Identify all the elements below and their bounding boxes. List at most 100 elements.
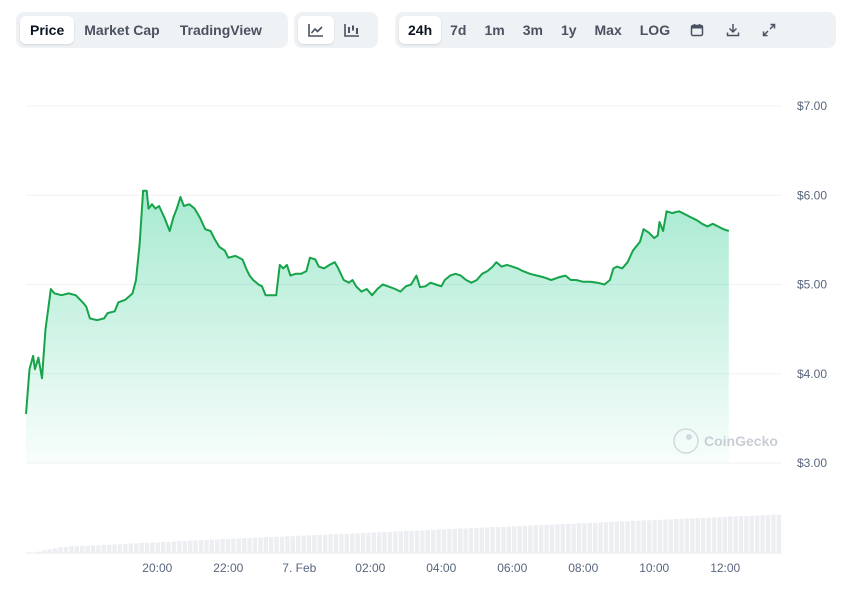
volume-bar <box>63 546 69 553</box>
volume-bar <box>225 539 231 553</box>
volume-bar <box>690 518 695 553</box>
volume-bar <box>80 545 85 553</box>
y-axis: $3.00 $4.00 $5.00 $6.00 $7.00 <box>797 99 827 470</box>
volume-bar <box>139 542 144 553</box>
volume-bar <box>366 532 371 553</box>
volume-bar <box>668 519 673 553</box>
volume-bar <box>247 538 252 553</box>
x-tick-label: 08:00 <box>568 561 598 575</box>
x-tick-label: 20:00 <box>142 561 172 575</box>
volume-bar <box>371 532 376 553</box>
volume-bar <box>463 528 468 553</box>
volume-bar <box>636 520 641 553</box>
volume-bar <box>242 538 247 553</box>
volume-bar <box>215 539 220 553</box>
volume-bar <box>765 515 771 553</box>
volume-bar <box>593 522 598 553</box>
volume-bar <box>749 515 754 553</box>
volume-bar <box>204 540 209 553</box>
volume-bar <box>134 543 139 553</box>
volume-bar <box>652 519 657 553</box>
volume-bar <box>539 525 544 553</box>
volume-bar <box>566 523 571 553</box>
volume-bar <box>285 536 290 553</box>
volume-bar <box>58 547 63 553</box>
volume-bar <box>495 527 501 553</box>
volume-bar <box>96 545 101 553</box>
x-tick-label: 06:00 <box>497 561 527 575</box>
volume-bar <box>485 527 490 553</box>
volume-bar <box>544 524 549 553</box>
volume-bar <box>269 537 274 553</box>
y-tick-label: $7.00 <box>797 99 827 113</box>
x-axis: 20:00 22:00 7. Feb 02:00 04:00 06:00 08:00 10:0… <box>142 561 740 575</box>
volume-bar <box>679 518 684 553</box>
volume-bar <box>117 544 123 553</box>
volume-bar <box>112 544 117 553</box>
volume-bar <box>479 527 484 553</box>
volume-bar <box>436 529 441 553</box>
volume-bar <box>614 521 619 553</box>
coingecko-logo-eye <box>686 434 692 440</box>
x-tick-label: 10:00 <box>639 561 669 575</box>
volume-bar <box>533 525 538 553</box>
volume-bar <box>323 534 328 553</box>
volume-bar <box>576 523 582 553</box>
volume-bar <box>193 540 198 553</box>
volume-bar <box>760 515 765 553</box>
volume-bar <box>155 542 160 553</box>
volume-bar <box>684 518 690 553</box>
volume-bar <box>90 545 96 553</box>
volume-bar <box>220 539 225 553</box>
volume-bar <box>711 517 717 553</box>
volume-bar <box>728 516 733 553</box>
volume-bar <box>717 517 722 553</box>
volume-bar <box>279 536 285 553</box>
volume-bar <box>398 531 403 553</box>
volume-bar <box>296 535 301 553</box>
volume-bar <box>425 529 430 553</box>
volume-bar <box>177 541 182 553</box>
volume-bar <box>53 548 58 553</box>
volume-bar <box>188 540 193 553</box>
volume-bar <box>274 536 279 553</box>
volume-bar <box>414 530 420 553</box>
volume-bar <box>571 523 576 553</box>
volume-bar <box>663 519 668 553</box>
x-tick-label: 12:00 <box>710 561 740 575</box>
x-tick-label: 02:00 <box>355 561 385 575</box>
volume-bar <box>674 518 679 553</box>
volume-bar <box>441 529 447 553</box>
volume-bar <box>420 530 425 553</box>
volume-bar <box>101 544 106 553</box>
volume-bars <box>31 514 781 553</box>
volume-bar <box>144 542 150 553</box>
volume-bar <box>598 522 603 553</box>
volume-bar <box>738 516 744 553</box>
volume-bar <box>252 537 258 553</box>
x-tick-label: 7. Feb <box>282 561 316 575</box>
volume-bar <box>36 551 42 553</box>
volume-bar <box>128 543 133 553</box>
volume-bar <box>609 521 614 553</box>
volume-bar <box>393 531 398 553</box>
volume-bar <box>641 520 646 553</box>
volume-bar <box>755 515 760 553</box>
volume-bar <box>290 536 295 553</box>
volume-bar <box>328 534 333 553</box>
volume-bar <box>722 517 727 553</box>
volume-bar <box>771 514 776 553</box>
y-tick-label: $6.00 <box>797 188 827 202</box>
volume-bar <box>161 541 166 553</box>
volume-bar <box>333 534 339 553</box>
volume-bar <box>528 525 533 553</box>
volume-bar <box>733 516 738 553</box>
y-tick-label: $4.00 <box>797 367 827 381</box>
volume-bar <box>587 522 592 553</box>
volume-bar <box>431 529 436 553</box>
volume-bar <box>150 542 155 553</box>
volume-bar <box>312 535 317 553</box>
volume-bar <box>625 521 630 553</box>
volume-bar <box>339 533 344 553</box>
volume-bar <box>123 543 128 553</box>
